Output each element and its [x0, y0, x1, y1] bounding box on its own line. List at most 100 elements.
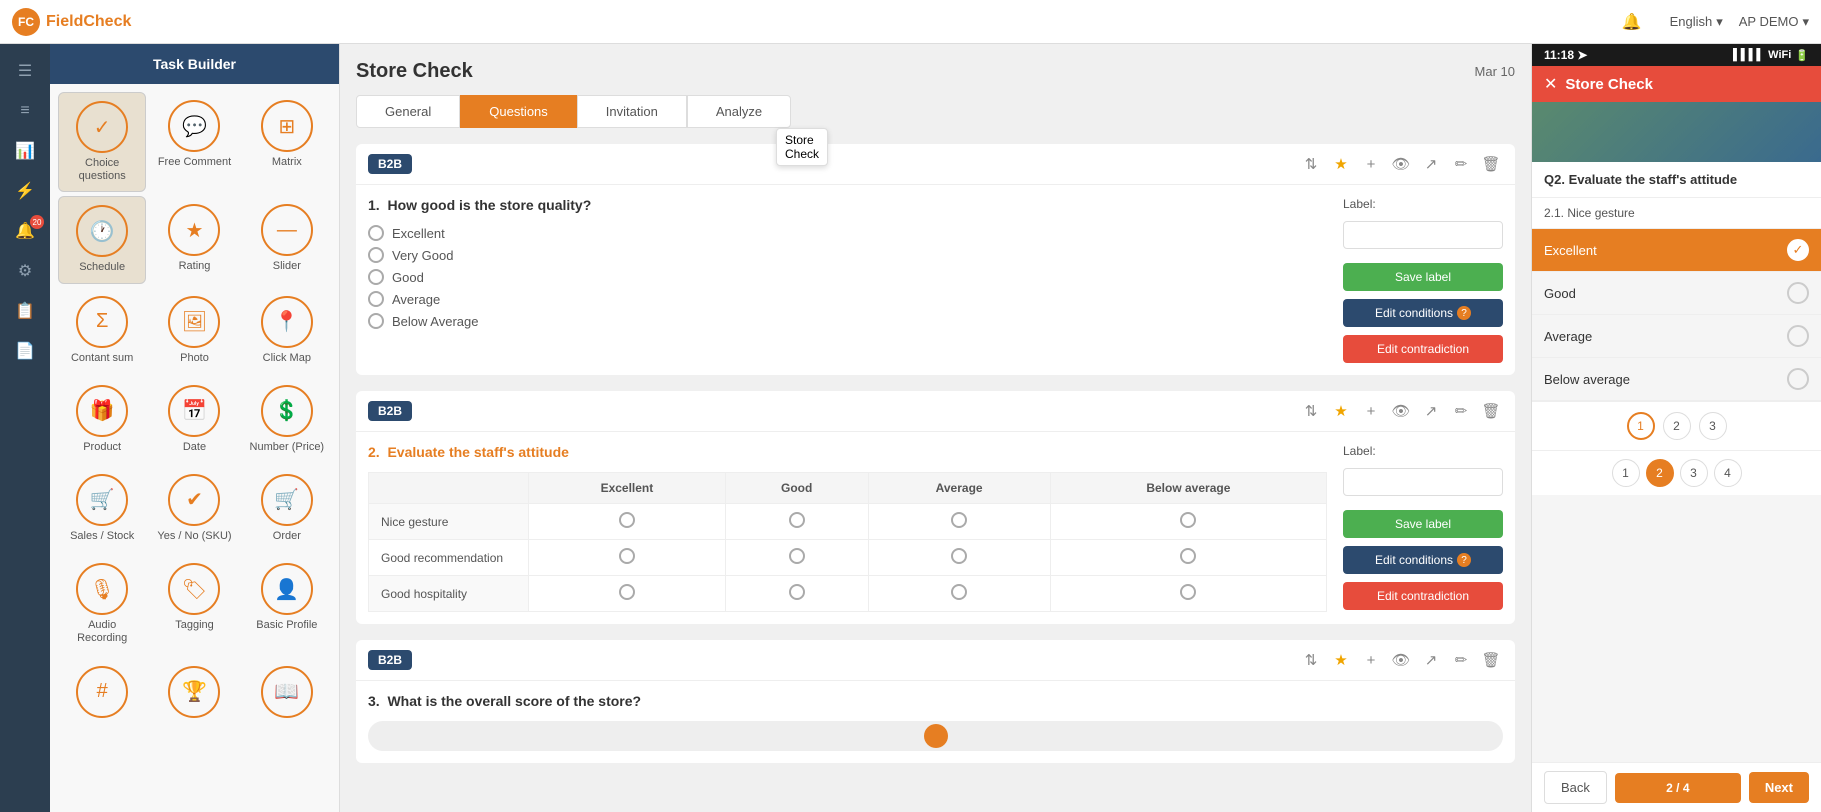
- task-item-yes-no[interactable]: ✔ Yes / No (SKU): [150, 466, 238, 551]
- task-item-basic-profile[interactable]: 👤 Basic Profile: [243, 555, 331, 653]
- task-item-slider[interactable]: — Slider: [243, 196, 331, 283]
- task-item-product[interactable]: 🎁 Product: [58, 377, 146, 462]
- matrix-cell-gh-a[interactable]: [868, 576, 1050, 612]
- tab-questions[interactable]: Questions: [460, 95, 577, 128]
- delete-icon-2[interactable]: 🗑: [1479, 399, 1503, 423]
- task-item-order[interactable]: 🛒 Order: [243, 466, 331, 551]
- mobile-option-good[interactable]: Good: [1532, 272, 1821, 315]
- matrix-cell-ng-a[interactable]: [868, 504, 1050, 540]
- nav-documents-icon[interactable]: 📄: [3, 332, 47, 370]
- external-link-icon-3[interactable]: ↗: [1419, 648, 1443, 672]
- matrix-cell-gh-g[interactable]: [725, 576, 868, 612]
- page-dot-1[interactable]: 1: [1627, 412, 1655, 440]
- delete-icon-3[interactable]: 🗑: [1479, 648, 1503, 672]
- task-item-audio[interactable]: 🎙 Audio Recording: [58, 555, 146, 653]
- matrix-cell-gr-a[interactable]: [868, 540, 1050, 576]
- label-input-2[interactable]: [1343, 468, 1503, 496]
- matrix-cell-gh-b[interactable]: [1050, 576, 1326, 612]
- radio-excellent[interactable]: [368, 225, 384, 241]
- task-item-sales-stock[interactable]: 🛒 Sales / Stock: [58, 466, 146, 551]
- tab-analyze[interactable]: Analyze: [687, 95, 791, 128]
- radio-very-good[interactable]: [368, 247, 384, 263]
- nav-settings-icon[interactable]: ⚙: [3, 252, 47, 290]
- nav-menu-icon[interactable]: ☰: [3, 52, 47, 90]
- edit-conditions-btn-2[interactable]: Edit conditions ?: [1343, 546, 1503, 574]
- add-icon[interactable]: +: [1359, 152, 1383, 176]
- nav-reports-icon[interactable]: 📋: [3, 292, 47, 330]
- external-link-icon-2[interactable]: ↗: [1419, 399, 1443, 423]
- bottom-page-1[interactable]: 1: [1612, 459, 1640, 487]
- star-icon[interactable]: ★: [1329, 152, 1353, 176]
- tab-invitation[interactable]: Invitation: [577, 95, 687, 128]
- task-item-date[interactable]: 📅 Date: [150, 377, 238, 462]
- task-item-free-comment[interactable]: 💬 Free Comment: [150, 92, 238, 192]
- edit-icon-3[interactable]: ✏: [1449, 648, 1473, 672]
- star-icon-3[interactable]: ★: [1329, 648, 1353, 672]
- task-item-choice[interactable]: ✓ Choice questions: [58, 92, 146, 192]
- task-item-number[interactable]: 💲 Number (Price): [243, 377, 331, 462]
- notification-icon[interactable]: 🔔: [1610, 3, 1654, 41]
- edit-conditions-btn-1[interactable]: Edit conditions ?: [1343, 299, 1503, 327]
- matrix-cell-gr-g[interactable]: [725, 540, 868, 576]
- task-item-click-map[interactable]: 📍 Click Map: [243, 288, 331, 373]
- edit-icon[interactable]: ✏: [1449, 152, 1473, 176]
- mobile-back-button[interactable]: Back: [1544, 771, 1607, 804]
- task-item-schedule[interactable]: 🕐 Schedule: [58, 196, 146, 283]
- task-item-matrix[interactable]: ⊞ Matrix: [243, 92, 331, 192]
- delete-icon[interactable]: 🗑: [1479, 152, 1503, 176]
- slider-handle[interactable]: [924, 724, 948, 748]
- matrix-cell-gh-e[interactable]: [529, 576, 726, 612]
- task-item-trophy[interactable]: 🏆: [150, 658, 238, 730]
- task-item-hashtag[interactable]: #: [58, 658, 146, 730]
- task-item-photo[interactable]: 🖼 Photo: [150, 288, 238, 373]
- matrix-cell-ng-g[interactable]: [725, 504, 868, 540]
- bottom-page-2[interactable]: 2: [1646, 459, 1674, 487]
- language-selector[interactable]: English ▾: [1670, 14, 1723, 30]
- matrix-cell-ng-b[interactable]: [1050, 504, 1326, 540]
- add-icon-2[interactable]: +: [1359, 399, 1383, 423]
- user-menu[interactable]: AP DEMO ▾: [1739, 14, 1809, 30]
- save-label-btn-2[interactable]: Save label: [1343, 510, 1503, 538]
- move-icon[interactable]: ⇅: [1299, 152, 1323, 176]
- edit-icon-2[interactable]: ✏: [1449, 399, 1473, 423]
- add-icon-3[interactable]: +: [1359, 648, 1383, 672]
- tab-general[interactable]: General: [356, 95, 460, 128]
- choice-icon: ✓: [76, 101, 128, 153]
- nav-list-icon[interactable]: ≡: [3, 92, 47, 130]
- label-input-1[interactable]: [1343, 221, 1503, 249]
- task-item-contant-sum[interactable]: Σ Contant sum: [58, 288, 146, 373]
- star-icon-2[interactable]: ★: [1329, 399, 1353, 423]
- mobile-close-icon[interactable]: ✕: [1544, 74, 1557, 94]
- mobile-pagination: 1 2 3: [1532, 401, 1821, 450]
- task-item-tagging[interactable]: 🏷 Tagging: [150, 555, 238, 653]
- radio-average[interactable]: [368, 291, 384, 307]
- radio-below-average[interactable]: [368, 313, 384, 329]
- page-dot-3[interactable]: 3: [1699, 412, 1727, 440]
- mobile-option-average[interactable]: Average: [1532, 315, 1821, 358]
- bottom-page-4[interactable]: 4: [1714, 459, 1742, 487]
- nav-notifications-icon[interactable]: 🔔 20: [3, 212, 47, 250]
- eye-off-icon-2[interactable]: 👁: [1389, 399, 1413, 423]
- matrix-row-good-hospitality: Good hospitality: [369, 576, 1327, 612]
- eye-off-icon-3[interactable]: 👁: [1389, 648, 1413, 672]
- edit-contradiction-btn-1[interactable]: Edit contradiction: [1343, 335, 1503, 363]
- mobile-next-button[interactable]: Next: [1749, 772, 1809, 803]
- matrix-cell-gr-e[interactable]: [529, 540, 726, 576]
- task-item-rating[interactable]: ★ Rating: [150, 196, 238, 283]
- nav-tasks-icon[interactable]: ⚡: [3, 172, 47, 210]
- task-item-book[interactable]: 📖: [243, 658, 331, 730]
- mobile-option-below-average[interactable]: Below average: [1532, 358, 1821, 401]
- page-dot-2[interactable]: 2: [1663, 412, 1691, 440]
- eye-off-icon[interactable]: 👁: [1389, 152, 1413, 176]
- radio-good[interactable]: [368, 269, 384, 285]
- edit-contradiction-btn-2[interactable]: Edit contradiction: [1343, 582, 1503, 610]
- save-label-btn-1[interactable]: Save label: [1343, 263, 1503, 291]
- mobile-option-excellent[interactable]: Excellent ✓: [1532, 229, 1821, 272]
- matrix-cell-gr-b[interactable]: [1050, 540, 1326, 576]
- matrix-cell-ng-e[interactable]: [529, 504, 726, 540]
- move-icon-2[interactable]: ⇅: [1299, 399, 1323, 423]
- bottom-page-3[interactable]: 3: [1680, 459, 1708, 487]
- move-icon-3[interactable]: ⇅: [1299, 648, 1323, 672]
- nav-analytics-icon[interactable]: 📊: [3, 132, 47, 170]
- external-link-icon[interactable]: ↗: [1419, 152, 1443, 176]
